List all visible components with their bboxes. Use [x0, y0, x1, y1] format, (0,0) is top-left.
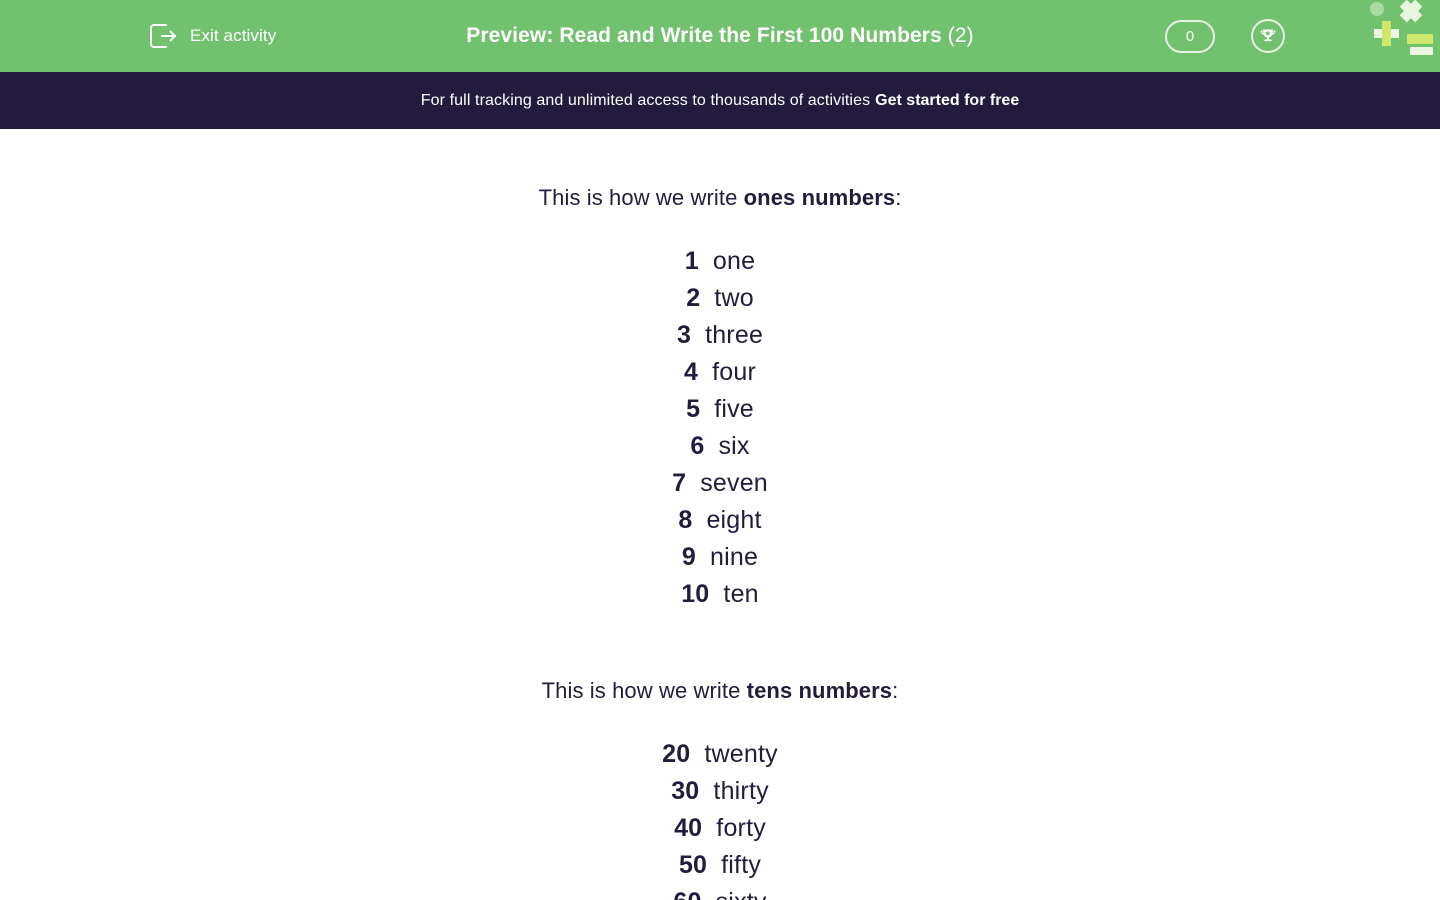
number-word: seven: [700, 469, 768, 497]
tens-heading-prefix: This is how we write: [541, 678, 747, 703]
tens-heading-strong: tens numbers: [746, 678, 893, 703]
number-row: 10 ten: [0, 576, 1440, 613]
number-word: thirty: [713, 777, 769, 805]
number-word: two: [714, 284, 754, 312]
number-digit: 10: [681, 580, 710, 608]
number-row: 3 three: [0, 317, 1440, 354]
number-row: 9 nine: [0, 539, 1440, 576]
get-started-link[interactable]: Get started for free: [875, 92, 1019, 110]
number-row: 4 four: [0, 354, 1440, 391]
number-word: one: [712, 247, 756, 275]
number-digit: 40: [674, 814, 703, 842]
number-row: 7 seven: [0, 465, 1440, 502]
trophy-icon: [1258, 26, 1278, 46]
ones-heading-suffix: :: [895, 185, 902, 210]
exit-arrow-icon: [148, 22, 178, 50]
number-digit: 3: [676, 321, 692, 349]
number-word: sixty: [716, 884, 767, 900]
score-badge[interactable]: 0: [1165, 19, 1215, 53]
number-digit: 9: [681, 543, 697, 571]
number-row: 1 one: [0, 243, 1440, 280]
number-digit: 50: [678, 851, 708, 879]
confetti-decoration: [1360, 0, 1440, 60]
number-word: three: [705, 321, 764, 349]
activity-content: This is how we write ones numbers: 1 one…: [0, 129, 1440, 900]
number-row: 50 fifty: [0, 847, 1440, 884]
number-digit: 20: [662, 740, 691, 768]
section-divider: [0, 613, 1440, 676]
promo-banner: For full tracking and unlimited access t…: [0, 72, 1440, 129]
number-digit: 1: [684, 247, 699, 275]
number-word: nine: [710, 543, 759, 571]
number-row: 6 six: [0, 428, 1440, 465]
promo-message: For full tracking and unlimited access t…: [420, 91, 871, 109]
number-word: four: [712, 358, 756, 386]
tens-number-list: 20 twenty 30 thirty 40 forty 50 fifty 60…: [0, 736, 1440, 900]
number-word: five: [714, 395, 754, 423]
number-row: 20 twenty: [0, 736, 1440, 773]
ones-number-list: 1 one 2 two 3 three 4 four 5 five 6 six …: [0, 243, 1440, 613]
exit-activity-label: Exit activity: [190, 26, 277, 45]
page-title-suffix: (2): [947, 24, 974, 47]
number-word: eight: [706, 506, 762, 534]
number-row: 30 thirty: [0, 773, 1440, 810]
number-word: six: [718, 432, 750, 460]
number-digit: 8: [678, 506, 693, 534]
tens-heading-suffix: :: [892, 678, 899, 703]
number-digit: 2: [686, 284, 701, 312]
ones-heading-prefix: This is how we write: [538, 185, 744, 210]
number-digit: 4: [684, 358, 699, 386]
number-row: 60 sixty: [0, 884, 1440, 900]
ones-section-heading: This is how we write ones numbers:: [0, 183, 1440, 213]
header-actions: 0: [1165, 0, 1285, 72]
number-row: 40 forty: [0, 810, 1440, 847]
ones-heading-strong: ones numbers: [743, 185, 896, 210]
number-digit: 5: [686, 395, 701, 423]
number-digit: 6: [690, 432, 705, 460]
score-value: 0: [1185, 27, 1195, 45]
number-word: twenty: [704, 740, 778, 768]
number-row: 5 five: [0, 391, 1440, 428]
tens-section-heading: This is how we write tens numbers:: [0, 676, 1440, 706]
number-row: 2 two: [0, 280, 1440, 317]
number-digit: 7: [672, 469, 687, 497]
number-word: fifty: [721, 851, 762, 879]
page-title-main: Preview: Read and Write the First 100 Nu…: [466, 24, 942, 47]
number-digit: 30: [671, 777, 700, 805]
trophy-button[interactable]: [1251, 19, 1285, 53]
number-digit: 60: [673, 884, 701, 900]
number-word: forty: [716, 814, 766, 842]
exit-activity-button[interactable]: Exit activity: [148, 0, 276, 72]
number-row: 8 eight: [0, 502, 1440, 539]
number-word: ten: [723, 580, 759, 608]
app-header: Exit activity Preview: Read and Write th…: [0, 0, 1440, 72]
